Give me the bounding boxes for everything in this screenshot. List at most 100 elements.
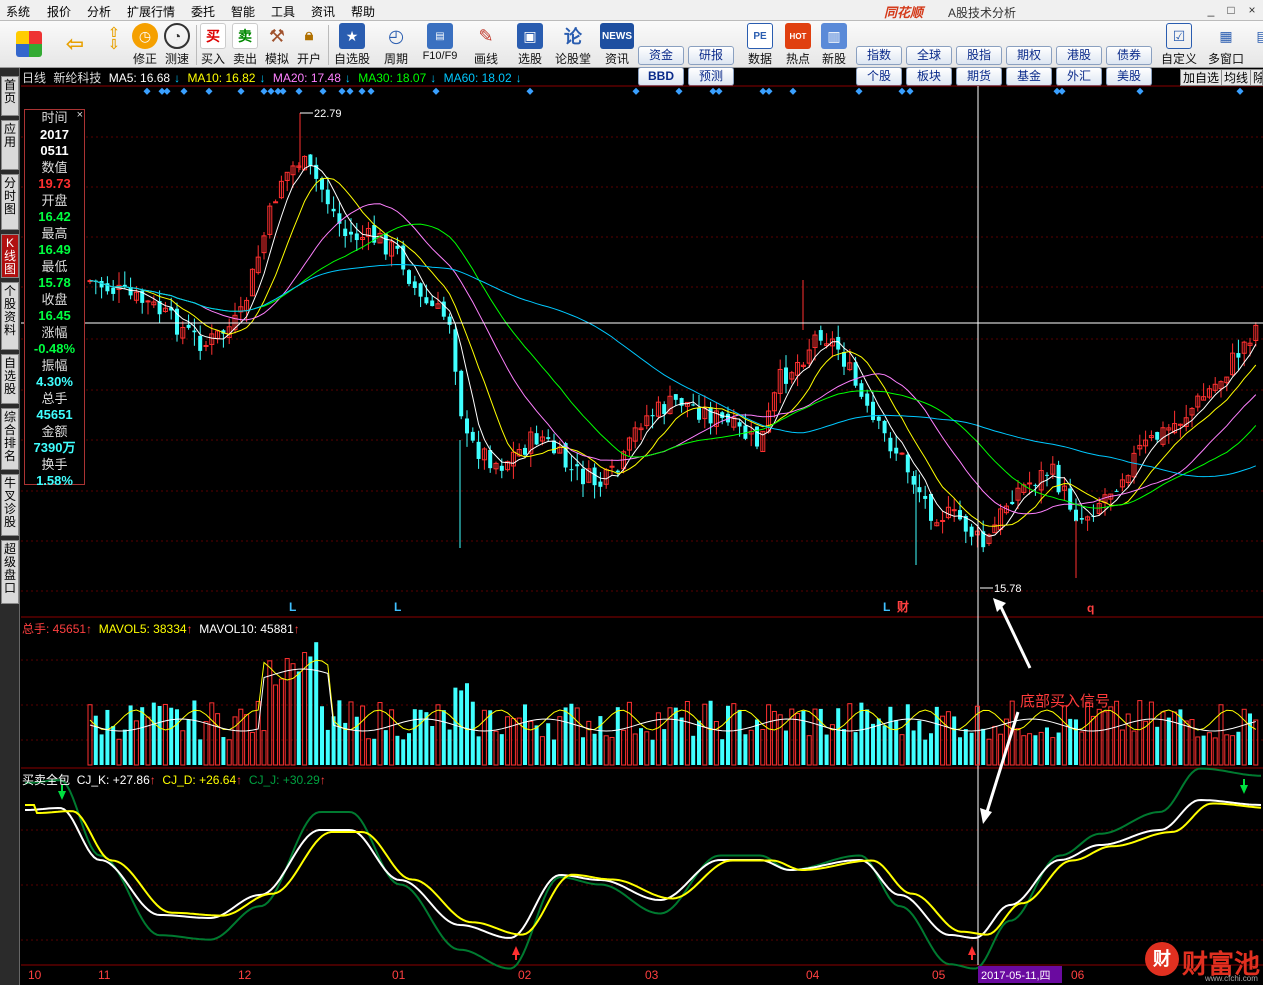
- volume-bar-down: [470, 701, 475, 765]
- volume-bar-up: [1241, 708, 1247, 766]
- signal-diamond-icon: [295, 87, 303, 95]
- volume-bar-up: [1096, 708, 1102, 766]
- volume-bar-up: [1172, 711, 1178, 766]
- cj-k-line: [25, 798, 1262, 940]
- volume-bar-up: [1015, 728, 1021, 766]
- volume-bar-down: [691, 735, 696, 765]
- candle-down: [430, 300, 435, 307]
- volume-bar-down: [726, 705, 730, 765]
- down-arrow-icon: ↓: [430, 71, 437, 85]
- volume-bar-up: [557, 716, 563, 766]
- ma20-value: MA20: 17.48: [272, 71, 341, 85]
- volume-bar-down: [1033, 735, 1038, 765]
- volume-bar-down: [122, 729, 127, 765]
- add-watchlist-button[interactable]: 加自选: [1180, 69, 1223, 86]
- candle-down: [418, 283, 423, 297]
- ma10-line: [89, 177, 1257, 527]
- volume-bar-down: [372, 738, 377, 765]
- volume-bar-up: [626, 701, 632, 766]
- volume-bar-down: [499, 734, 504, 765]
- x-axis-month-label: 12: [238, 968, 252, 982]
- data-window-value: 19.73: [38, 176, 71, 191]
- volume-bar-up: [226, 739, 232, 766]
- signal-diamond-icon: [237, 87, 245, 95]
- annotation-arrow-head: [993, 598, 1006, 612]
- volume-bar-down: [865, 709, 870, 765]
- candle-down: [1074, 509, 1078, 522]
- candle-down: [842, 352, 846, 367]
- cfp-logo-icon: 财: [1145, 942, 1179, 976]
- cj-d-line: [25, 802, 1262, 936]
- candle-down: [354, 233, 359, 241]
- signal-label: 财: [896, 599, 909, 614]
- volume-bar-down: [824, 734, 829, 765]
- candle-down: [1236, 353, 1241, 358]
- volume-bar-up: [1148, 701, 1154, 766]
- volume-bar-down: [755, 719, 759, 765]
- data-window-value: 1.58%: [36, 473, 73, 488]
- volume-bar-down: [424, 712, 429, 765]
- data-window-value: 2017: [40, 126, 69, 142]
- volume-total: 总手: 45651: [22, 622, 87, 636]
- volume-bar-up: [238, 708, 244, 766]
- volume-bar-down: [929, 733, 933, 765]
- close-icon[interactable]: ×: [77, 109, 83, 121]
- volume-bar-up: [145, 716, 151, 766]
- volume-bar-up: [528, 720, 534, 766]
- volume-bar-up: [209, 702, 215, 766]
- volume-bar-down: [157, 705, 162, 765]
- volume-bar-down: [552, 739, 556, 765]
- ma30-value: MA30: 18.07: [358, 71, 427, 85]
- volume-bar-down: [911, 730, 916, 765]
- data-window-value: -0.48%: [33, 341, 76, 356]
- ma-toggle-button[interactable]: 均线: [1221, 69, 1252, 86]
- volume-bar-up: [1224, 734, 1230, 766]
- volume-bar-down: [894, 719, 899, 765]
- ma5-line: [89, 164, 1257, 537]
- down-arrow-icon: ↓: [344, 71, 351, 85]
- up-signal-arrow-icon: [968, 946, 976, 955]
- volume-bar-up: [1212, 737, 1218, 766]
- candle-down: [198, 335, 203, 351]
- volume-bar-down: [1166, 717, 1171, 765]
- indicator-header: 买卖全包 CJ_K: +27.86↑ CJ_D: +26.64↑ CJ_J: +…: [22, 771, 326, 788]
- candle-down: [349, 231, 353, 235]
- volume-bar-down: [546, 723, 551, 765]
- down-arrow-icon: ↓: [174, 71, 181, 85]
- x-axis-month-label: 04: [806, 968, 820, 982]
- volume-bar-down: [401, 739, 406, 765]
- candle-down: [1033, 484, 1038, 486]
- down-signal-arrow-icon: [1240, 785, 1248, 794]
- signal-diamond-icon: [267, 87, 275, 95]
- data-window[interactable]: × 时间 2017 0511 数值 19.73 开盘 16.42 最高 16.49 最低 15.78…: [24, 109, 85, 488]
- data-window-label: 涨幅: [41, 324, 68, 340]
- volume-bar-down: [662, 729, 667, 765]
- volume-bar-up: [1137, 700, 1143, 766]
- x-axis-month-label: 10: [28, 968, 42, 982]
- candle-down: [534, 433, 539, 445]
- signal-diamond-icon: [789, 87, 797, 95]
- signal-diamond-icon: [432, 87, 440, 95]
- volume-bar-down: [221, 737, 226, 765]
- volume-bar-down: [1074, 719, 1078, 765]
- data-window-value: 0511: [40, 143, 69, 158]
- candle-down: [343, 228, 348, 237]
- data-window-label: 数值: [41, 159, 68, 175]
- candle-down: [911, 476, 916, 485]
- volume-bar-down: [105, 709, 110, 765]
- volume-bar-down: [407, 733, 411, 765]
- signal-label: L: [289, 600, 296, 614]
- candle-down: [592, 467, 597, 486]
- volume-bar-down: [447, 729, 452, 765]
- signal-diamond-icon: [163, 87, 171, 95]
- candle-down: [308, 154, 313, 167]
- volume-bar-down: [1248, 713, 1252, 765]
- data-window-label: 最低: [41, 258, 68, 274]
- kline-chart[interactable]: 22.7915.78L L L 财 q10 11 12 01 02 03 04 05 2017-05-1…: [0, 0, 1263, 985]
- volume-bar-up: [284, 658, 290, 766]
- signal-diamond-icon: [180, 87, 188, 95]
- candle-down: [552, 440, 556, 454]
- volume-bar-up: [203, 721, 209, 766]
- volume-bar-down: [476, 736, 481, 765]
- ex-rights-button[interactable]: 除: [1250, 69, 1263, 86]
